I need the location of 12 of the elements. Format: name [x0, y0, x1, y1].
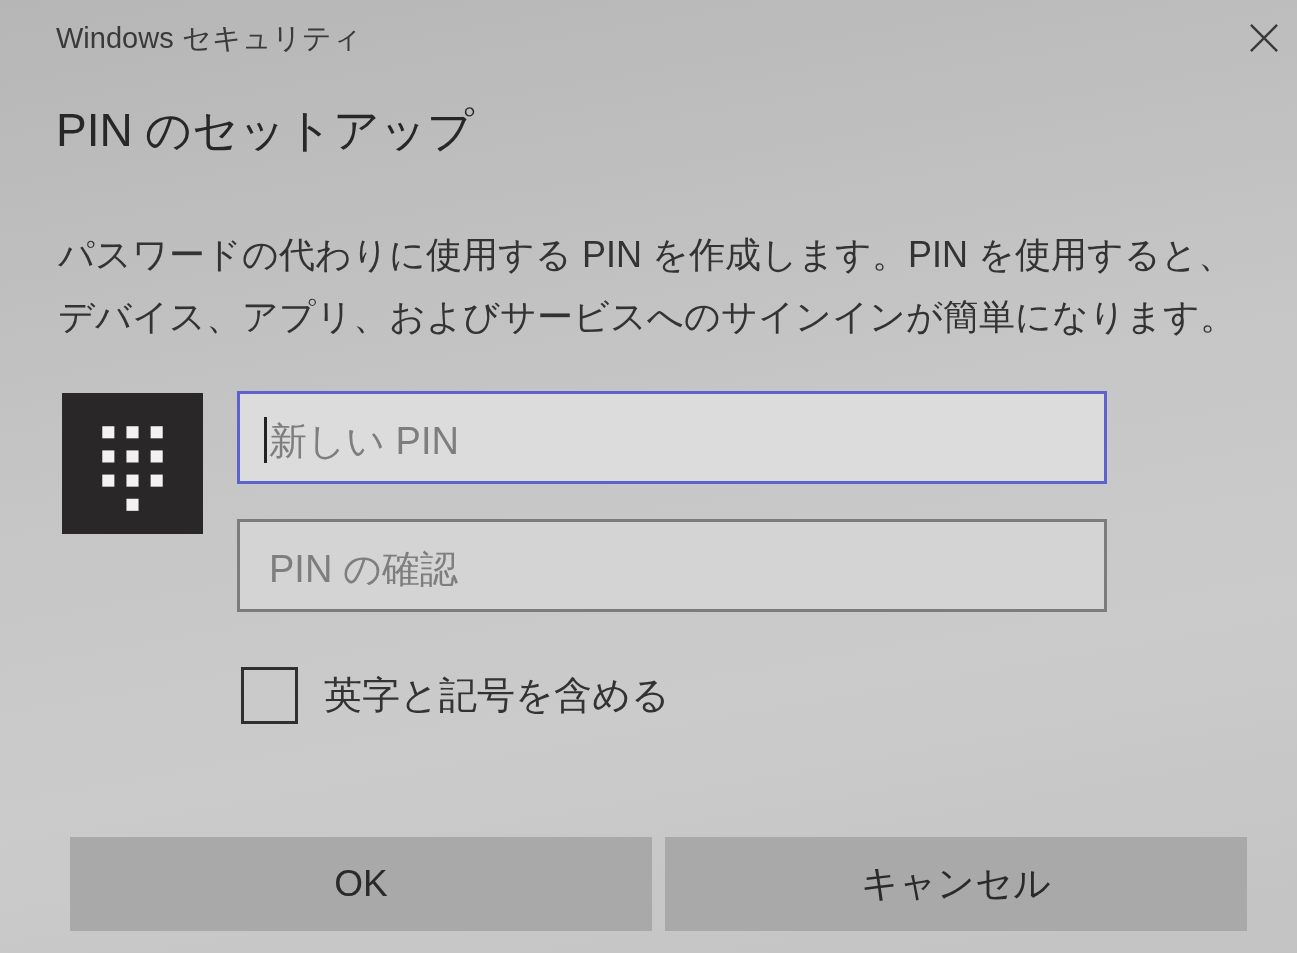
pin-input-field[interactable]: PIN の確認	[237, 519, 1107, 612]
dialog-heading: PIN のセットアップ	[56, 103, 475, 158]
pin-input-field[interactable]: 新しい PIN	[237, 391, 1107, 484]
close-icon[interactable]	[1250, 24, 1278, 52]
dialog-button[interactable]: キャンセル	[665, 837, 1247, 931]
checkbox[interactable]	[241, 667, 298, 724]
checkbox-label: 英字と記号を含める	[324, 673, 670, 718]
dialog-button[interactable]: OK	[70, 837, 652, 931]
description-text: パスワードの代わりに使用する PIN を作成します。PIN を使用すると、 デバイス、アプリ、およびサービスへのサインインが簡単になります。	[58, 233, 1236, 339]
text-cursor-icon	[264, 417, 267, 463]
keypad-icon	[62, 393, 203, 534]
window-title: Windows セキュリティ	[56, 21, 362, 56]
